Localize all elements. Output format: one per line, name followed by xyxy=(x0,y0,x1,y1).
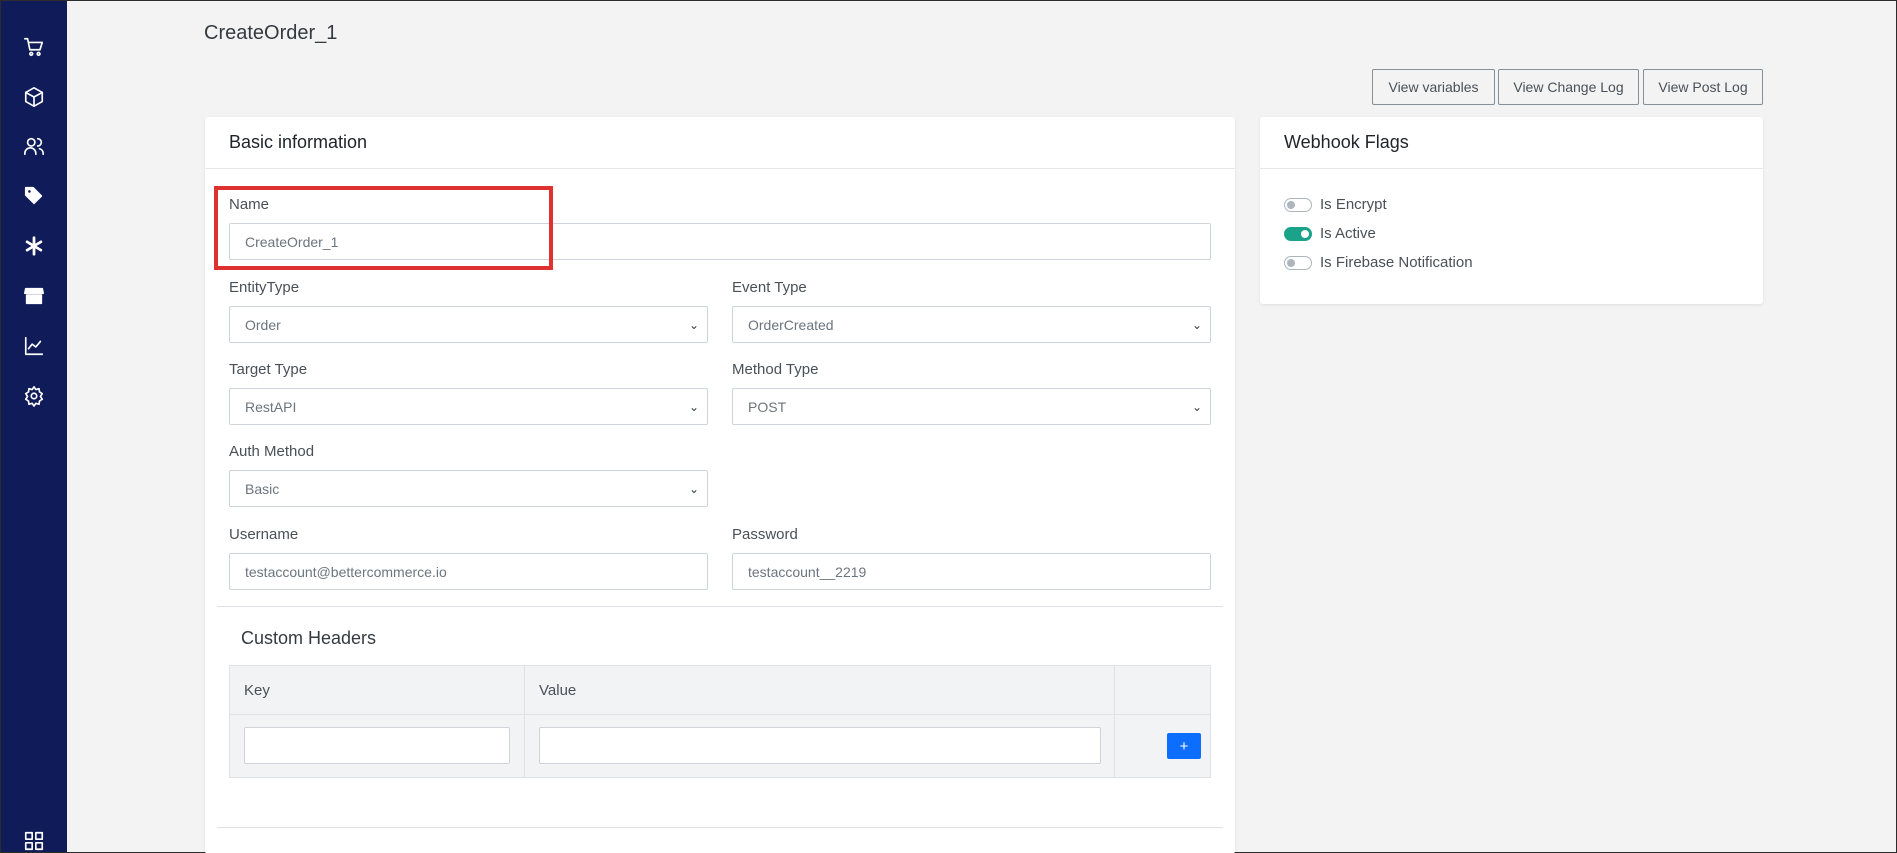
target-type-label: Target Type xyxy=(229,361,308,378)
event-type-label: Event Type xyxy=(732,279,807,296)
users-icon[interactable] xyxy=(22,134,46,158)
is-firebase-notification-toggle[interactable] xyxy=(1284,255,1312,270)
chart-line-icon[interactable] xyxy=(22,334,46,358)
highlight-box xyxy=(214,186,553,270)
tags-icon[interactable] xyxy=(22,184,46,208)
table-row: + xyxy=(230,715,1210,777)
custom-headers-table: Key Value + xyxy=(229,665,1211,778)
add-header-button[interactable]: + xyxy=(1167,733,1201,759)
view-variables-button[interactable]: View variables xyxy=(1372,69,1495,105)
card-title: Webhook Flags xyxy=(1260,117,1763,169)
box-icon[interactable] xyxy=(22,85,46,109)
entity-type-label: EntityType xyxy=(229,279,300,296)
grid-icon[interactable] xyxy=(22,829,46,853)
sidebar xyxy=(1,1,67,852)
target-type-select[interactable]: RestAPI ⌄ xyxy=(229,388,708,425)
divider xyxy=(217,606,1223,607)
page-title: CreateOrder_1 xyxy=(204,22,338,44)
auth-method-label: Auth Method xyxy=(229,443,315,460)
key-column-header: Key xyxy=(244,682,270,699)
header-key-input[interactable] xyxy=(244,727,510,764)
view-post-log-button[interactable]: View Post Log xyxy=(1643,69,1763,105)
chevron-down-icon: ⌄ xyxy=(688,399,699,414)
is-active-label: Is Active xyxy=(1320,225,1376,242)
auth-method-select[interactable]: Basic ⌄ xyxy=(229,470,708,507)
target-type-value: RestAPI xyxy=(245,398,297,415)
method-type-label: Method Type xyxy=(732,361,819,378)
asterisk-icon[interactable] xyxy=(22,234,46,258)
method-type-value: POST xyxy=(748,398,787,415)
is-firebase-notification-flag: Is Firebase Notification xyxy=(1284,254,1473,271)
is-encrypt-label: Is Encrypt xyxy=(1320,196,1387,213)
is-active-toggle[interactable] xyxy=(1284,226,1312,241)
password-input[interactable]: testaccount__2219 xyxy=(732,553,1211,590)
is-active-flag: Is Active xyxy=(1284,225,1376,242)
custom-headers-title: Custom Headers xyxy=(241,628,377,648)
auth-method-value: Basic xyxy=(245,480,280,497)
header-value-input[interactable] xyxy=(539,727,1101,764)
entity-type-value: Order xyxy=(245,316,281,333)
store-icon[interactable] xyxy=(22,284,46,308)
chevron-down-icon: ⌄ xyxy=(688,481,699,496)
is-firebase-notification-label: Is Firebase Notification xyxy=(1320,254,1473,271)
event-type-select[interactable]: OrderCreated ⌄ xyxy=(732,306,1211,343)
table-header: Key Value xyxy=(230,666,1210,715)
view-change-log-button[interactable]: View Change Log xyxy=(1498,69,1639,105)
password-label: Password xyxy=(732,526,798,543)
chevron-down-icon: ⌄ xyxy=(1191,317,1202,332)
is-encrypt-toggle[interactable] xyxy=(1284,197,1312,212)
card-title: Basic information xyxy=(205,117,1235,169)
is-encrypt-flag: Is Encrypt xyxy=(1284,196,1387,213)
entity-type-select[interactable]: Order ⌄ xyxy=(229,306,708,343)
username-input[interactable]: testaccount@bettercommerce.io xyxy=(229,553,708,590)
column-divider xyxy=(1114,666,1115,777)
column-divider xyxy=(524,666,525,777)
value-column-header: Value xyxy=(539,682,577,699)
username-label: Username xyxy=(229,526,299,543)
gear-icon[interactable] xyxy=(22,384,46,408)
chevron-down-icon: ⌄ xyxy=(1191,399,1202,414)
method-type-select[interactable]: POST ⌄ xyxy=(732,388,1211,425)
divider xyxy=(217,827,1223,828)
event-type-value: OrderCreated xyxy=(748,316,834,333)
chevron-down-icon: ⌄ xyxy=(688,317,699,332)
webhook-flags-card: Webhook Flags Is Encrypt Is Active Is Fi… xyxy=(1260,117,1763,304)
cart-icon[interactable] xyxy=(22,35,46,59)
